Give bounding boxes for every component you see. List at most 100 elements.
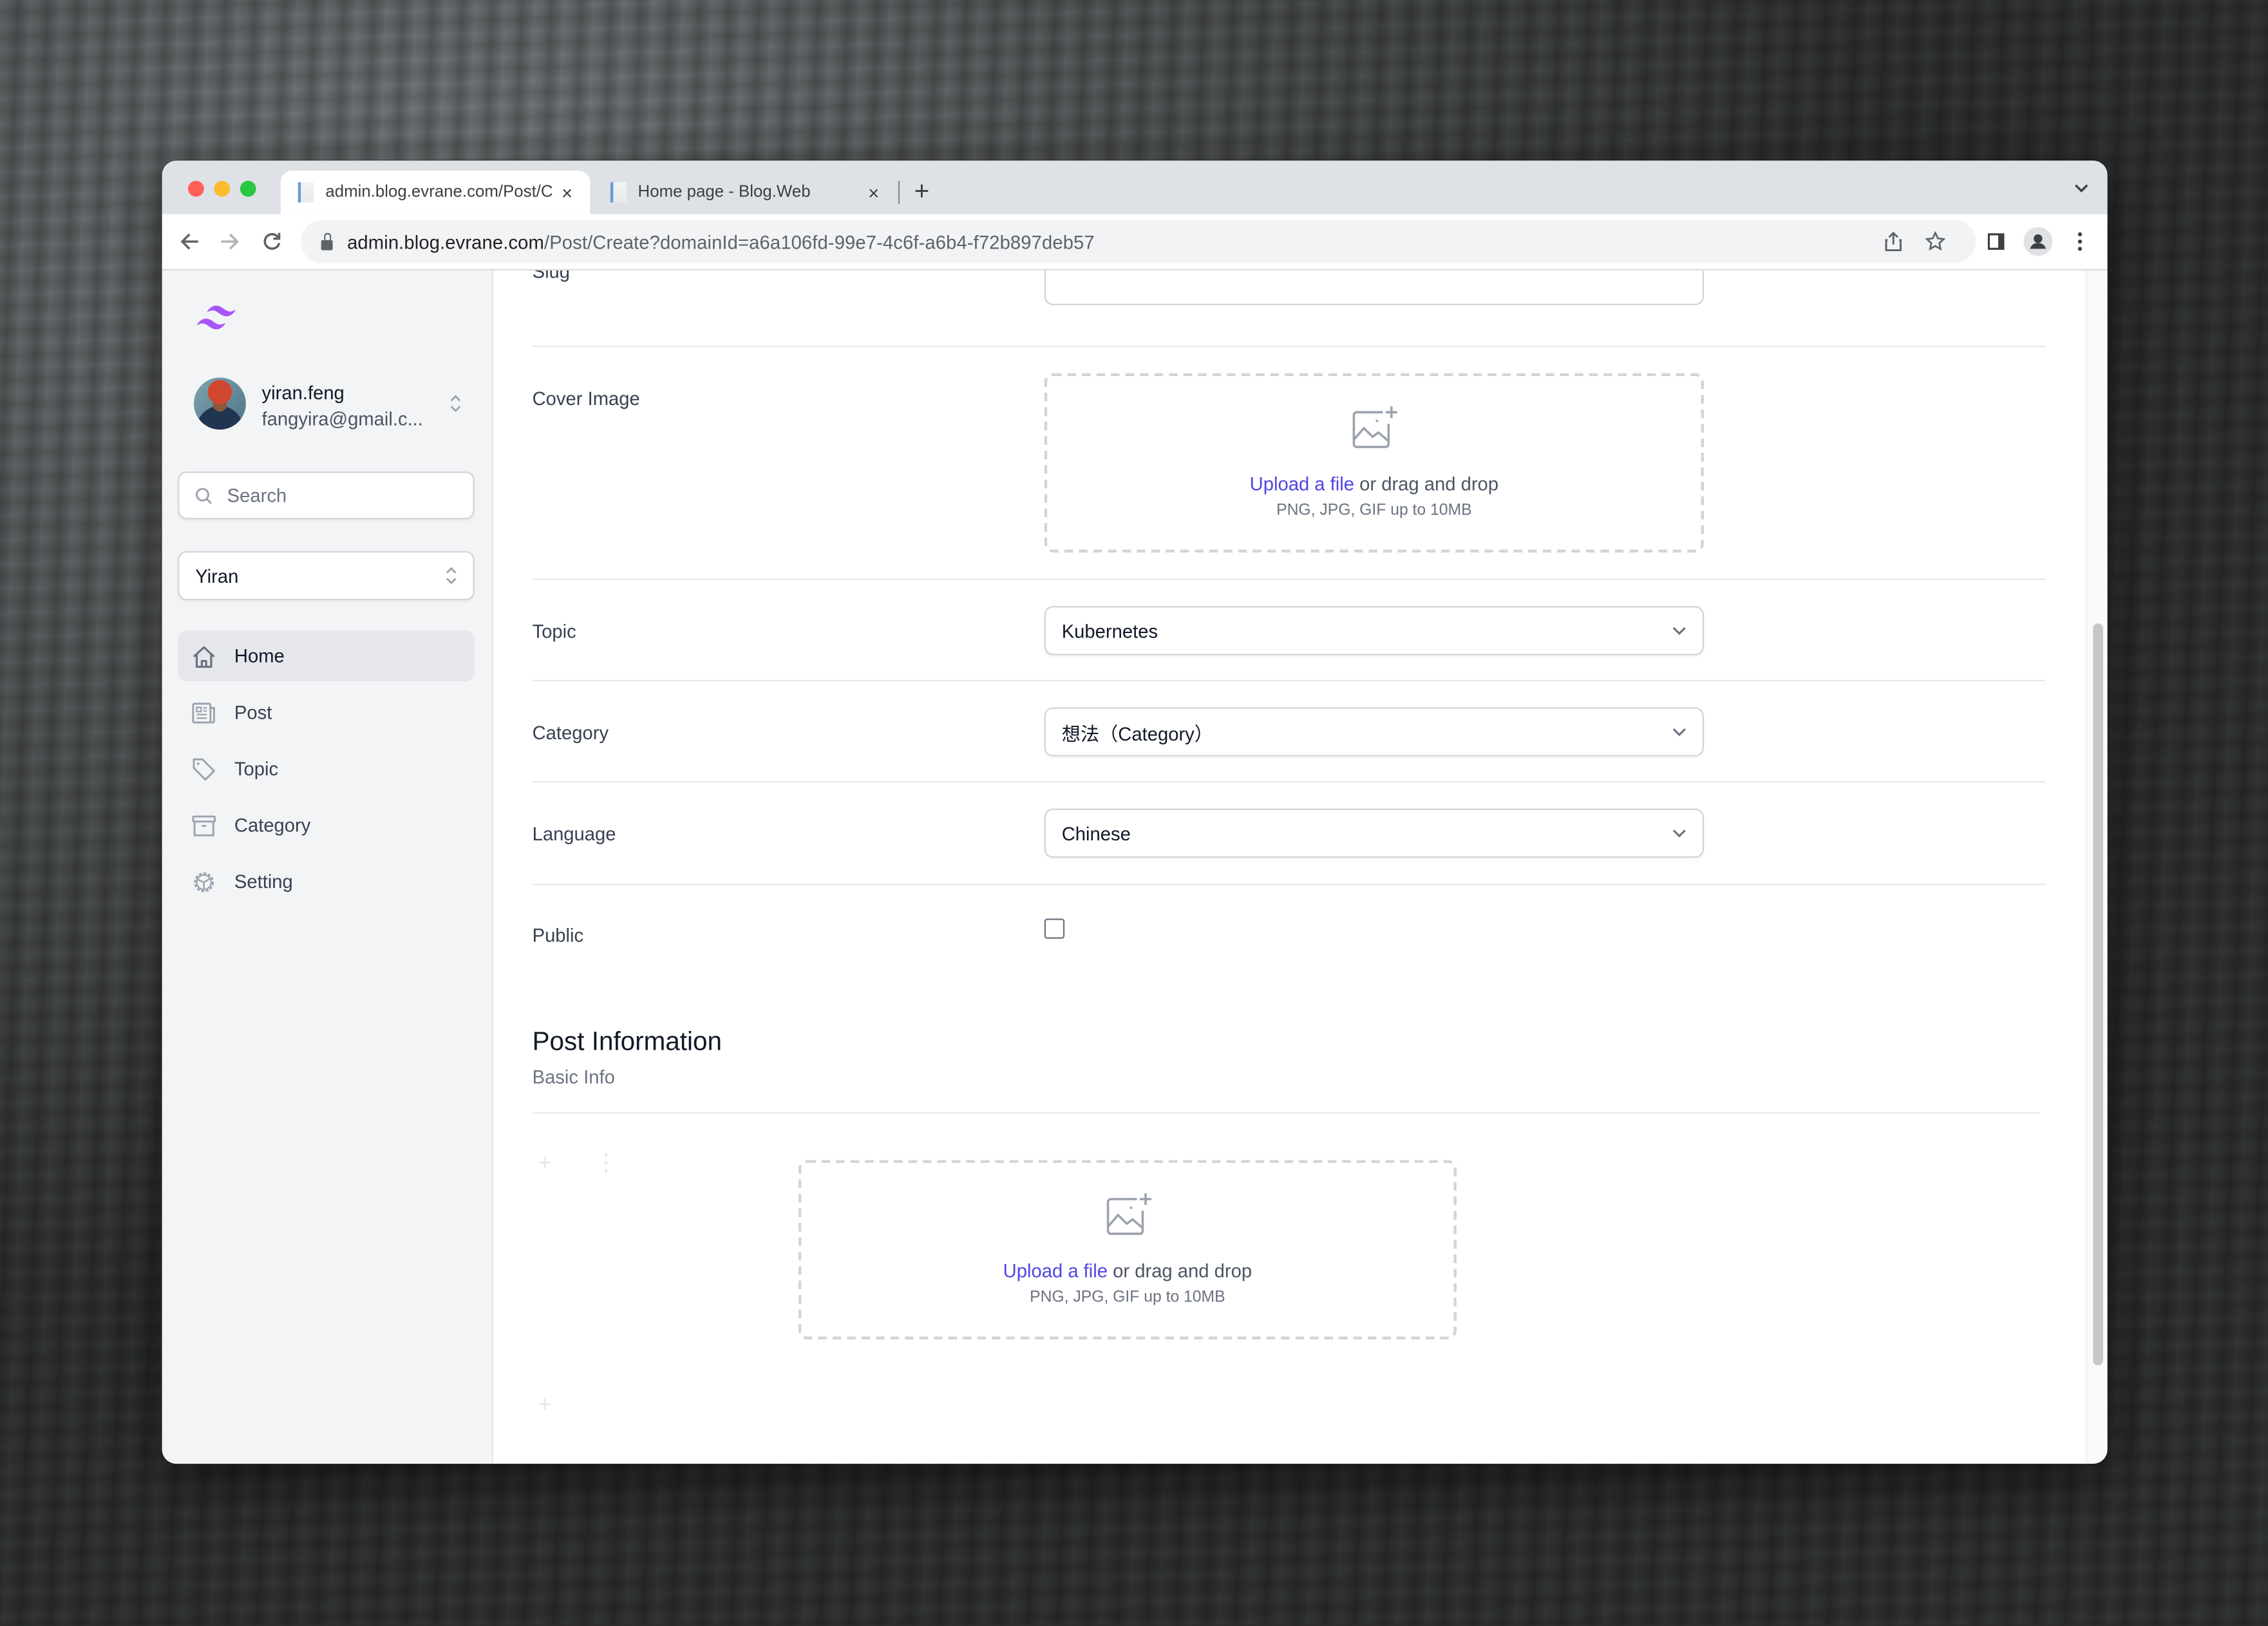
content-image-dropzone[interactable]: Upload a file or drag and drop PNG, JPG,…: [798, 1160, 1457, 1339]
divider: [532, 345, 2046, 348]
brand-logo-icon[interactable]: [194, 302, 243, 334]
domain-select[interactable]: Yiran: [178, 551, 475, 601]
tab-title: admin.blog.evrane.com/Post/C: [325, 184, 553, 202]
sidebar-item-label: Setting: [234, 871, 293, 893]
share-icon: [1885, 231, 1902, 252]
sidebar-item-label: Topic: [234, 757, 279, 780]
chevron-down-icon: [1672, 829, 1686, 838]
search-input[interactable]: [224, 483, 448, 508]
archive-box-icon: [189, 811, 218, 840]
tab-title: Home page - Blog.Web: [638, 184, 811, 202]
chevron-down-icon: [1672, 627, 1686, 636]
main-content: Slug Cover Image Upload a file or drag a…: [493, 270, 2108, 1464]
address-bar[interactable]: admin.blog.evrane.com/Post/Create?domain…: [301, 220, 1976, 263]
topic-select-value: Kubernetes: [1061, 619, 1158, 642]
tag-icon: [189, 754, 218, 783]
add-block-button[interactable]: +: [538, 1152, 552, 1176]
user-menu-button[interactable]: yiran.feng fangyira@gmail.c...: [193, 377, 463, 435]
upload-file-link[interactable]: Upload a file: [1250, 473, 1354, 495]
sidebar-item-topic[interactable]: Topic: [178, 744, 474, 795]
reload-button[interactable]: [258, 227, 287, 256]
cover-image-dropzone[interactable]: Upload a file or drag and drop PNG, JPG,…: [1044, 373, 1704, 553]
upload-instructions: Upload a file or drag and drop: [1249, 473, 1499, 495]
browser-window: admin.blog.evrane.com/Post/C × Home page…: [162, 160, 2108, 1464]
maximize-window-button[interactable]: [240, 180, 256, 197]
minimize-window-button[interactable]: [214, 180, 231, 197]
sidebar-item-home[interactable]: Home: [178, 630, 475, 681]
language-select-value: Chinese: [1061, 822, 1131, 844]
sidebar-item-label: Post: [234, 701, 272, 724]
tab-home-page[interactable]: Home page - Blog.Web ×: [593, 171, 897, 214]
more-menu-button[interactable]: [2066, 227, 2095, 256]
scrollbar-track[interactable]: [2085, 270, 2108, 1464]
newspaper-icon: [189, 698, 218, 727]
tab-strip: admin.blog.evrane.com/Post/C × Home page…: [162, 160, 2108, 214]
category-select[interactable]: 想法（Category）: [1044, 707, 1704, 757]
share-button[interactable]: [1882, 230, 1905, 253]
sidebar-item-label: Home: [234, 645, 285, 667]
home-icon: [189, 641, 218, 670]
drag-handle-icon[interactable]: ⋮: [594, 1152, 618, 1176]
forward-button[interactable]: [216, 227, 245, 256]
forward-icon: [221, 233, 239, 250]
sidebar: yiran.feng fangyira@gmail.c... Yiran: [162, 270, 493, 1464]
side-panel-button[interactable]: [1981, 227, 2010, 256]
category-label: Category: [532, 721, 609, 744]
tab-close-icon[interactable]: ×: [862, 182, 885, 203]
divider: [532, 780, 2046, 783]
bookmark-button[interactable]: [1923, 230, 1947, 253]
sidebar-item-post[interactable]: Post: [178, 687, 474, 738]
tab-separator: [898, 180, 900, 204]
page-favicon-icon: [610, 182, 627, 203]
category-select-value: 想法（Category）: [1061, 722, 1213, 744]
new-tab-button[interactable]: +: [914, 175, 930, 207]
back-button[interactable]: [175, 227, 204, 256]
language-select[interactable]: Chinese: [1044, 808, 1704, 858]
reload-icon: [263, 232, 281, 250]
image-plus-icon: [1106, 1193, 1151, 1235]
upload-file-link[interactable]: Upload a file: [1003, 1260, 1108, 1281]
slug-label: Slug: [532, 270, 571, 283]
section-subtitle: Basic Info: [532, 1066, 615, 1088]
divider: [532, 679, 2046, 681]
tab-close-icon[interactable]: ×: [556, 182, 579, 203]
slug-input[interactable]: [1044, 270, 1704, 305]
upload-hint: PNG, JPG, GIF up to 10MB: [1030, 1289, 1225, 1307]
user-name: yiran.feng: [261, 381, 345, 404]
language-label: Language: [532, 823, 616, 845]
sidebar-item-setting[interactable]: Setting: [178, 856, 474, 907]
sidebar-search[interactable]: [178, 471, 475, 520]
upload-hint: PNG, JPG, GIF up to 10MB: [1276, 502, 1472, 520]
topic-label: Topic: [532, 620, 576, 643]
divider: [532, 1112, 2040, 1114]
tab-admin-post-create[interactable]: admin.blog.evrane.com/Post/C ×: [280, 171, 591, 214]
url-text[interactable]: admin.blog.evrane.com/Post/Create?domain…: [347, 231, 1095, 252]
side-panel-icon: [1987, 233, 2005, 250]
browser-toolbar: admin.blog.evrane.com/Post/Create?domain…: [162, 214, 2108, 271]
domain-select-value: Yiran: [195, 565, 239, 587]
scrollbar-thumb[interactable]: [2093, 623, 2103, 1366]
public-label: Public: [532, 924, 584, 946]
topic-select[interactable]: Kubernetes: [1044, 606, 1704, 656]
bookmark-star-icon: [1925, 231, 1946, 251]
lock-icon[interactable]: [321, 232, 333, 250]
app-viewport: yiran.feng fangyira@gmail.c... Yiran: [162, 270, 2108, 1464]
divider: [532, 578, 2046, 580]
search-icon: [196, 487, 212, 504]
chevron-down-icon: [1672, 728, 1686, 737]
chevron-up-down-icon: [446, 567, 457, 585]
tab-search-icon[interactable]: [2073, 180, 2090, 197]
cog-icon: [189, 867, 218, 896]
profile-button[interactable]: [2023, 227, 2053, 256]
sidebar-item-label: Category: [234, 814, 311, 837]
more-menu-icon: [2077, 232, 2083, 251]
sidebar-item-category[interactable]: Category: [178, 800, 474, 851]
public-checkbox[interactable]: [1044, 918, 1065, 939]
add-block-button[interactable]: +: [538, 1394, 552, 1417]
close-window-button[interactable]: [188, 180, 204, 197]
sidebar-nav: Home Post Topic Category Setting: [178, 630, 475, 912]
avatar: [193, 377, 246, 430]
page-favicon-icon: [298, 182, 314, 203]
divider: [532, 884, 2046, 885]
cover-image-label: Cover Image: [532, 387, 640, 410]
